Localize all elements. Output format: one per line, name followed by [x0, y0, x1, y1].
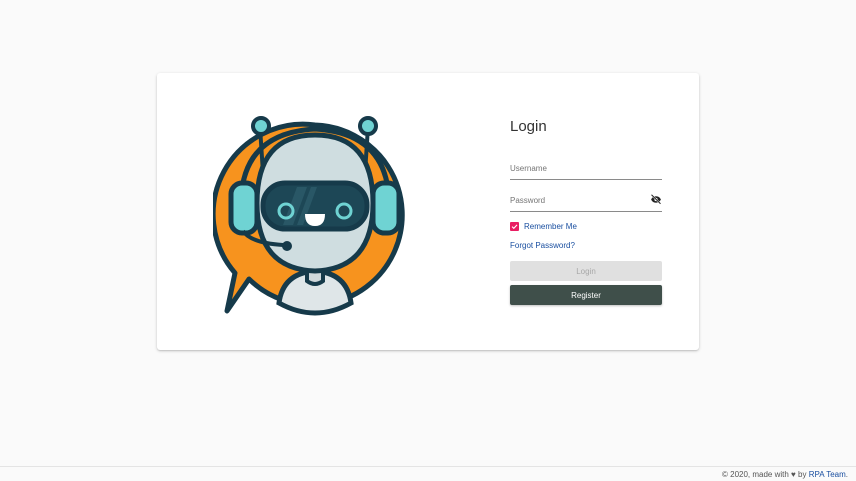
- username-field: [510, 159, 662, 180]
- register-button[interactable]: Register: [510, 285, 662, 305]
- password-input[interactable]: [510, 191, 640, 209]
- forgot-password-link[interactable]: Forgot Password?: [510, 241, 575, 250]
- login-button[interactable]: Login: [510, 261, 662, 281]
- login-form: Login Remember Me: [510, 73, 662, 350]
- login-card: Login Remember Me: [157, 73, 699, 350]
- login-page: Login Remember Me: [0, 0, 856, 481]
- footer: © 2020, made with ♥ by RPA Team.: [0, 466, 856, 481]
- footer-prefix: © 2020, made with: [722, 470, 792, 479]
- rpa-team-link[interactable]: RPA Team: [809, 470, 846, 479]
- password-field: [510, 191, 662, 212]
- footer-credits: © 2020, made with ♥ by RPA Team.: [722, 470, 848, 479]
- remember-me-label[interactable]: Remember Me: [524, 222, 577, 231]
- chatbot-illustration: [213, 116, 405, 316]
- checkmark-icon: [511, 224, 518, 230]
- footer-by: by: [795, 470, 809, 479]
- checkbox-box[interactable]: [510, 222, 519, 231]
- eye-off-icon[interactable]: [650, 193, 662, 205]
- login-title: Login: [510, 118, 547, 135]
- remember-me-checkbox[interactable]: Remember Me: [510, 222, 577, 231]
- footer-suffix: .: [845, 470, 848, 479]
- username-input[interactable]: [510, 159, 640, 177]
